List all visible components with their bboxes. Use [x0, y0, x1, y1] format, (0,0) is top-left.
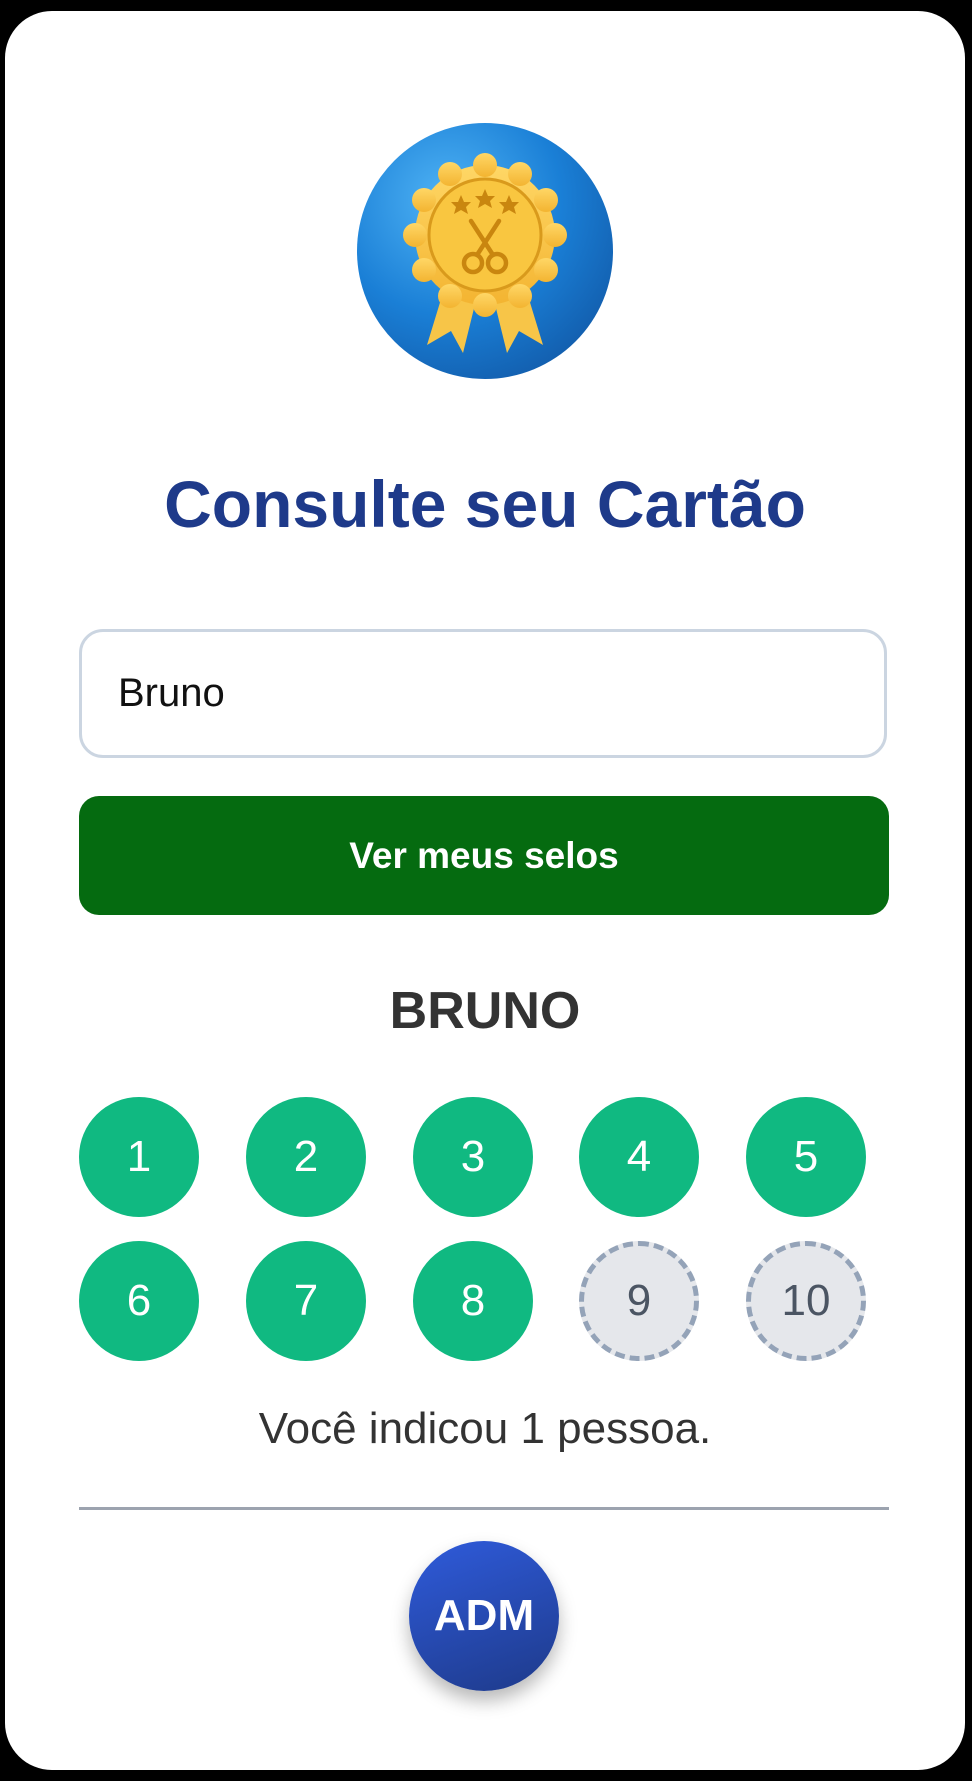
- stamp-10: 10: [746, 1241, 866, 1361]
- award-ribbon-scissors-icon: [357, 123, 613, 379]
- name-input[interactable]: [79, 629, 887, 758]
- stamp-6: 6: [79, 1241, 199, 1361]
- stamp-5: 5: [746, 1097, 866, 1217]
- stamp-3: 3: [413, 1097, 533, 1217]
- referral-count-text: Você indicou 1 pessoa.: [258, 1404, 712, 1453]
- stamp-9: 9: [579, 1241, 699, 1361]
- stamp-4: 4: [579, 1097, 699, 1217]
- page-title: Consulte seu Cartão: [164, 467, 806, 541]
- stamp-8: 8: [413, 1241, 533, 1361]
- admin-button[interactable]: ADM: [409, 1541, 559, 1691]
- loyalty-card-screen: Consulte seu Cartão Ver meus selos BRUNO…: [5, 11, 965, 1770]
- customer-name: BRUNO: [389, 982, 581, 1040]
- stamp-2: 2: [246, 1097, 366, 1217]
- divider: [79, 1507, 889, 1510]
- view-stamps-button[interactable]: Ver meus selos: [79, 796, 889, 915]
- stamp-1: 1: [79, 1097, 199, 1217]
- stamp-7: 7: [246, 1241, 366, 1361]
